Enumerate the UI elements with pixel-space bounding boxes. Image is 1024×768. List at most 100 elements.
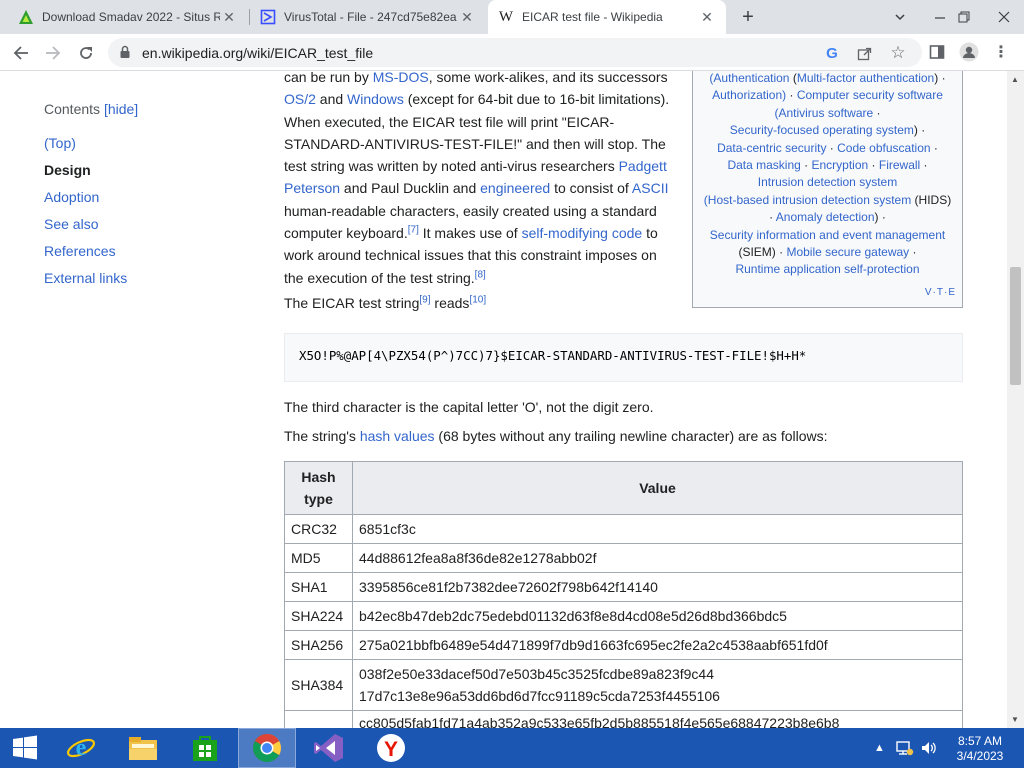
navbox-link[interactable]: Firewall bbox=[879, 158, 920, 172]
toc-item-external-links[interactable]: External links bbox=[44, 270, 138, 286]
taskbar-chrome[interactable] bbox=[238, 728, 296, 768]
reference-link[interactable]: [9] bbox=[419, 294, 430, 305]
navbox-line: Security information and event managemen… bbox=[697, 227, 958, 244]
system-clock[interactable]: 8:57 AM 3/4/2023 bbox=[950, 734, 1010, 764]
navbox-link[interactable]: (Authentication bbox=[709, 71, 789, 85]
hash-type-cell: SHA1 bbox=[284, 572, 353, 602]
close-window-button[interactable] bbox=[984, 0, 1024, 34]
taskbar-store[interactable] bbox=[176, 728, 234, 768]
table-row: MD5 44d88612fea8a8f36de82e1278abb02f bbox=[284, 543, 963, 573]
start-button[interactable] bbox=[0, 728, 50, 768]
hash-type-cell: CRC32 bbox=[284, 514, 353, 544]
link-ascii[interactable]: ASCII bbox=[632, 180, 669, 196]
start-icon bbox=[13, 735, 37, 760]
navbox-link[interactable]: Code obfuscation bbox=[837, 141, 930, 155]
svg-text:e: e bbox=[76, 735, 87, 761]
profile-button[interactable] bbox=[958, 41, 980, 63]
menu-button[interactable]: ⋮ bbox=[990, 41, 1012, 63]
close-icon[interactable]: ✕ bbox=[458, 8, 476, 26]
navbox-link[interactable]: Intrusion detection system bbox=[758, 175, 897, 189]
tab-virustotal[interactable]: VirusTotal - File - 247cd75e82ea ✕ bbox=[250, 0, 486, 34]
scroll-up-arrow-icon[interactable]: ▲ bbox=[1011, 75, 1019, 84]
reference-link[interactable]: [8] bbox=[475, 269, 486, 280]
navbox-line: Security-focused operating system) · bbox=[697, 122, 958, 139]
test-string-code-block: X5O!P%@AP[4\PZX54(P^)7CC)7}$EICAR-STANDA… bbox=[284, 333, 963, 382]
reload-icon bbox=[80, 47, 92, 59]
toc-item-references[interactable]: References bbox=[44, 243, 138, 259]
close-icon[interactable]: ✕ bbox=[220, 8, 238, 26]
navbox-link[interactable]: Authorization) bbox=[712, 88, 786, 102]
link-self-modifying-code[interactable]: self-modifying code bbox=[522, 225, 643, 241]
reference-link[interactable]: [7] bbox=[408, 224, 419, 235]
navbox-text: · bbox=[920, 158, 928, 173]
navbox-link[interactable]: (Antivirus software bbox=[774, 106, 873, 120]
page-scrollbar[interactable]: ▲ ▼ bbox=[1007, 71, 1024, 728]
taskbar-file-explorer[interactable] bbox=[114, 728, 172, 768]
navbox-link[interactable]: Multi-factor authentication bbox=[797, 71, 934, 85]
forward-button[interactable] bbox=[40, 40, 66, 66]
virustotal-icon bbox=[260, 9, 276, 25]
taskbar-internet-explorer[interactable]: e bbox=[52, 728, 110, 768]
network-tray-icon[interactable] bbox=[896, 728, 914, 768]
restore-button[interactable] bbox=[944, 0, 984, 34]
hash-value-line: 038f2e50e33dacef50d7e503b45c3525fcdbe89a… bbox=[359, 666, 715, 682]
navbox-link[interactable]: Anomaly detection bbox=[776, 210, 875, 224]
toc-hide-link[interactable]: [hide] bbox=[104, 101, 138, 117]
new-tab-button[interactable]: + bbox=[736, 5, 760, 29]
side-panel-button[interactable] bbox=[926, 41, 948, 63]
bookmark-star-icon[interactable]: ☆ bbox=[888, 43, 908, 63]
tab-smadav[interactable]: Download Smadav 2022 - Situs R ✕ bbox=[8, 0, 248, 34]
reload-button[interactable] bbox=[73, 40, 99, 66]
navbox-link[interactable]: Security-focused operating system bbox=[730, 123, 914, 137]
vte-links[interactable]: V·T·E bbox=[925, 284, 956, 301]
navbox-link[interactable]: Mobile secure gateway bbox=[786, 245, 909, 259]
show-hidden-icons-button[interactable]: ▲ bbox=[874, 728, 885, 768]
link-engineered[interactable]: engineered bbox=[480, 180, 550, 196]
arrow-right-icon bbox=[46, 46, 61, 60]
lock-icon[interactable] bbox=[118, 45, 132, 59]
navbox-link[interactable]: Computer security software bbox=[797, 88, 943, 102]
toc-item-see-also[interactable]: See also bbox=[44, 216, 138, 232]
paragraph-text: and bbox=[315, 91, 348, 108]
reference-link[interactable]: [10] bbox=[469, 294, 486, 305]
scrollbar-thumb[interactable] bbox=[1010, 267, 1021, 385]
link-hash-values[interactable]: hash values bbox=[360, 428, 435, 444]
url-text[interactable]: en.wikipedia.org/wiki/EICAR_test_file bbox=[142, 45, 373, 61]
back-button[interactable] bbox=[8, 40, 34, 66]
taskbar-yandex[interactable]: Y bbox=[362, 728, 420, 768]
taskbar-visual-studio[interactable] bbox=[300, 728, 358, 768]
clock-time: 8:57 AM bbox=[957, 734, 1003, 748]
navbox-link[interactable]: Runtime application self-protection bbox=[735, 262, 919, 276]
hash-value-cell: 6851cf3c bbox=[352, 514, 963, 544]
link-os2[interactable]: OS/2 bbox=[284, 91, 316, 107]
volume-tray-icon[interactable] bbox=[920, 728, 938, 768]
paragraph-text: can be run by bbox=[284, 71, 373, 85]
column-header-value: Value bbox=[352, 461, 963, 515]
toc-item-design[interactable]: Design bbox=[44, 162, 138, 178]
tab-search-button[interactable] bbox=[880, 0, 920, 34]
google-icon[interactable]: G bbox=[822, 43, 842, 63]
share-icon[interactable] bbox=[854, 43, 874, 63]
arrow-left-icon bbox=[13, 46, 28, 60]
tab-title: Download Smadav 2022 - Situs R bbox=[42, 10, 220, 24]
toc-item-top[interactable]: (Top) bbox=[44, 135, 138, 151]
svg-text:Y: Y bbox=[384, 738, 398, 761]
table-row: SHA256 275a021bbfb6489e54d471899f7db9d166… bbox=[284, 630, 963, 660]
navbox-link[interactable]: Data masking bbox=[727, 158, 800, 172]
close-icon[interactable]: ✕ bbox=[698, 8, 716, 26]
address-bar[interactable]: en.wikipedia.org/wiki/EICAR_test_file G … bbox=[108, 38, 922, 67]
link-ms-dos[interactable]: MS-DOS bbox=[373, 71, 429, 85]
navbox-link[interactable]: Data-centric security bbox=[717, 141, 826, 155]
navbox-line: (Antivirus software · bbox=[697, 105, 958, 122]
scroll-down-arrow-icon[interactable]: ▼ bbox=[1011, 715, 1019, 724]
paragraph-text: The EICAR test string bbox=[284, 295, 420, 311]
navbox-line: Intrusion detection system bbox=[697, 174, 958, 191]
toc-item-adoption[interactable]: Adoption bbox=[44, 189, 138, 205]
link-windows[interactable]: Windows bbox=[347, 91, 404, 107]
navbox-link[interactable]: (Host-based intrusion detection system bbox=[704, 193, 911, 207]
navbox-link[interactable]: Security information and event managemen… bbox=[710, 228, 945, 242]
navbox-link[interactable]: Encryption bbox=[811, 158, 868, 172]
tab-wikipedia[interactable]: W EICAR test file - Wikipedia ✕ bbox=[488, 0, 726, 34]
restore-icon bbox=[958, 11, 970, 23]
navbox-text: · bbox=[786, 88, 797, 103]
